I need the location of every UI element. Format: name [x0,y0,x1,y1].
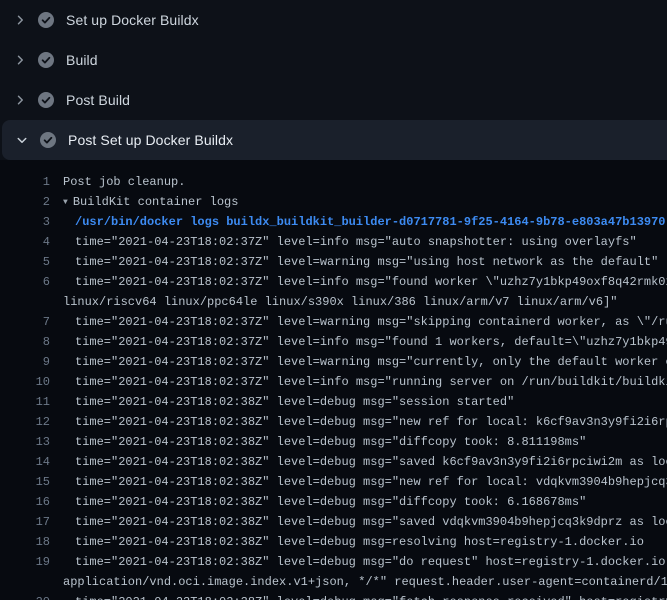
step-status [40,132,56,148]
line-number[interactable]: 18 [0,532,50,552]
actions-log-viewer: Set up Docker Buildx Build Post Build Post … [0,0,667,600]
log-text: application/vnd.oci.image.index.v1+json,… [63,572,667,592]
log-text: time="2021-04-23T18:02:38Z" level=debug … [63,392,514,412]
log-line-16: 16 time="2021-04-23T18:02:38Z" level=debu… [0,492,667,512]
check-circle-icon [38,92,54,108]
line-number[interactable]: 4 [0,232,50,252]
log-text: Post job cleanup. [63,172,185,192]
log-line-20: 20 time="2021-04-23T18:02:38Z" level=debu… [0,592,667,600]
log-line-17: 17 time="2021-04-23T18:02:38Z" level=debu… [0,512,667,532]
line-number[interactable]: 17 [0,512,50,532]
log-text: time="2021-04-23T18:02:38Z" level=debug … [63,492,586,512]
log-text: time="2021-04-23T18:02:38Z" level=debug … [63,412,667,432]
log-text: linux/riscv64 linux/ppc64le linux/s390x … [63,292,618,312]
log-line-19: 19 time="2021-04-23T18:02:38Z" level=debu… [0,552,667,572]
step-label: Post Build [66,92,130,108]
caret-down-icon: ▼ [63,193,68,212]
step-label: Set up Docker Buildx [66,12,199,28]
line-number[interactable]: 13 [0,432,50,452]
log-line-3: 3/usr/bin/docker logs buildx_buildkit_bu… [0,212,667,232]
line-number[interactable]: 8 [0,332,50,352]
step-status [38,92,54,108]
log-text: time="2021-04-23T18:02:38Z" level=debug … [63,472,667,492]
step-chevron [14,134,30,146]
log-group-header[interactable]: ▼BuildKit container logs [63,192,238,212]
log-text: time="2021-04-23T18:02:38Z" level=debug … [63,532,644,552]
step-row-post-set-up-docker-buildx[interactable]: Post Set up Docker Buildx [2,120,667,160]
log-area: 1 Post job cleanup. 2 ▼BuildKit container l… [0,160,667,600]
line-number[interactable]: 12 [0,412,50,432]
log-text: time="2021-04-23T18:02:37Z" level=info m… [63,272,667,292]
check-circle-icon [38,12,54,28]
step-label: Build [66,52,98,68]
log-line-7: 7 time="2021-04-23T18:02:37Z" level=warni… [0,312,667,332]
log-text: time="2021-04-23T18:02:38Z" level=debug … [63,452,667,472]
log-line-18: 18 time="2021-04-23T18:02:38Z" level=debu… [0,532,667,552]
log-text: time="2021-04-23T18:02:37Z" level=warnin… [63,352,667,372]
log-line-8: 8 time="2021-04-23T18:02:37Z" level=info … [0,332,667,352]
line-number[interactable]: 10 [0,372,50,392]
check-circle-icon [38,52,54,68]
log-text: time="2021-04-23T18:02:37Z" level=warnin… [63,312,667,332]
step-chevron [12,94,28,106]
log-text: time="2021-04-23T18:02:37Z" level=info m… [63,372,667,392]
step-row-build[interactable]: Build [0,40,667,80]
log-text: time="2021-04-23T18:02:37Z" level=warnin… [63,252,658,272]
line-number[interactable]: 16 [0,492,50,512]
step-status [38,12,54,28]
line-number[interactable]: 15 [0,472,50,492]
log-line-19-wrap: application/vnd.oci.image.index.v1+json,… [0,572,667,592]
log-command-text: /usr/bin/docker logs buildx_buildkit_bui… [63,212,666,232]
log-line-2: 2 ▼BuildKit container logs [0,192,667,212]
line-number[interactable]: 3 [0,212,50,232]
line-number[interactable]: 2 [0,192,50,212]
log-text: time="2021-04-23T18:02:38Z" level=debug … [63,432,586,452]
log-line-13: 13 time="2021-04-23T18:02:38Z" level=debu… [0,432,667,452]
log-line-6: 6 time="2021-04-23T18:02:37Z" level=info … [0,272,667,292]
line-number[interactable]: 6 [0,272,50,292]
log-text: time="2021-04-23T18:02:37Z" level=info m… [63,232,637,252]
line-number[interactable]: 20 [0,592,50,600]
log-text: time="2021-04-23T18:02:38Z" level=debug … [63,552,667,572]
step-row-post-build[interactable]: Post Build [0,80,667,120]
line-number [0,292,50,312]
log-line-10: 10 time="2021-04-23T18:02:37Z" level=info… [0,372,667,392]
log-text: time="2021-04-23T18:02:38Z" level=debug … [63,512,667,532]
chevron-right-icon [14,54,26,66]
step-row-set-up-docker-buildx[interactable]: Set up Docker Buildx [0,0,667,40]
line-number [0,572,50,592]
check-circle-icon [40,132,56,148]
log-line-11: 11 time="2021-04-23T18:02:38Z" level=debu… [0,392,667,412]
log-text: time="2021-04-23T18:02:38Z" level=debug … [63,592,667,600]
line-number[interactable]: 14 [0,452,50,472]
line-number[interactable]: 7 [0,312,50,332]
log-line-5: 5 time="2021-04-23T18:02:37Z" level=warni… [0,252,667,272]
step-chevron [12,54,28,66]
log-line-14: 14 time="2021-04-23T18:02:38Z" level=debu… [0,452,667,472]
line-number[interactable]: 5 [0,252,50,272]
log-line-15: 15 time="2021-04-23T18:02:38Z" level=debu… [0,472,667,492]
log-line-4: 4 time="2021-04-23T18:02:37Z" level=info … [0,232,667,252]
chevron-right-icon [14,14,26,26]
log-line-6-wrap: linux/riscv64 linux/ppc64le linux/s390x … [0,292,667,312]
log-line-12: 12 time="2021-04-23T18:02:38Z" level=debu… [0,412,667,432]
line-number[interactable]: 11 [0,392,50,412]
chevron-right-icon [14,94,26,106]
line-number[interactable]: 1 [0,172,50,192]
steps-list: Set up Docker Buildx Build Post Build Post … [0,0,667,160]
line-number[interactable]: 9 [0,352,50,372]
log-line-9: 9 time="2021-04-23T18:02:37Z" level=warni… [0,352,667,372]
step-status [38,52,54,68]
step-chevron [12,14,28,26]
line-number[interactable]: 19 [0,552,50,572]
step-label: Post Set up Docker Buildx [68,132,233,148]
log-text: time="2021-04-23T18:02:37Z" level=info m… [63,332,667,352]
log-line-1: 1 Post job cleanup. [0,172,667,192]
chevron-down-icon [16,134,28,146]
